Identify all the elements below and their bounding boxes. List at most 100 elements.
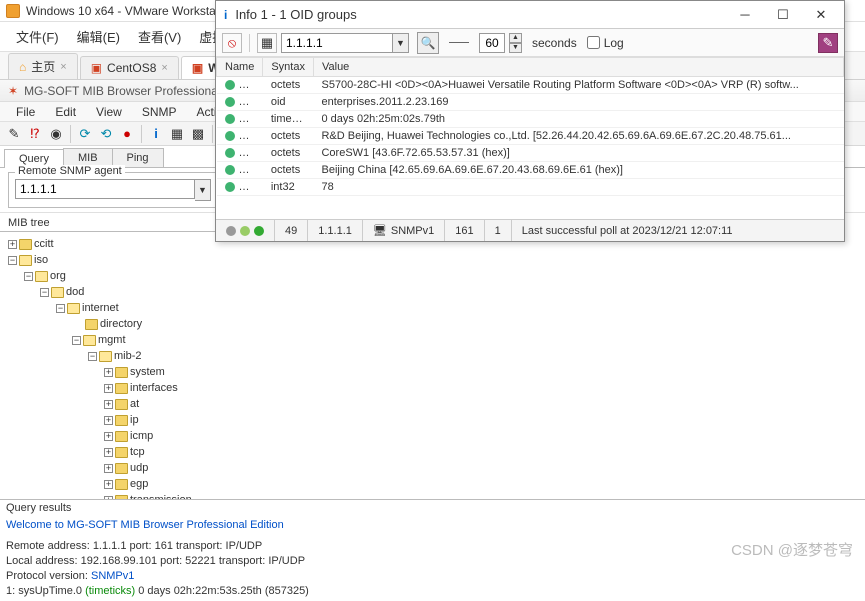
tb-grid-icon[interactable]: ▩: [188, 124, 208, 144]
expand-icon[interactable]: +: [104, 368, 113, 377]
leaf-icon: [225, 114, 235, 124]
tb-info-icon[interactable]: i: [146, 124, 166, 144]
tool-icon[interactable]: ✎: [818, 33, 838, 53]
expand-icon[interactable]: +: [104, 384, 113, 393]
dropdown-icon[interactable]: ▼: [195, 179, 211, 201]
expand-icon[interactable]: +: [104, 432, 113, 441]
host-lookup-button[interactable]: 🔍: [417, 32, 439, 54]
expand-icon[interactable]: +: [104, 416, 113, 425]
col-name[interactable]: Name: [217, 58, 263, 77]
tb-table-icon[interactable]: ▦: [167, 124, 187, 144]
vm-icon: ▣: [91, 61, 102, 75]
info-titlebar[interactable]: i Info 1 - 1 OID groups ─ ☐ ✕: [216, 1, 844, 29]
collapse-icon[interactable]: −: [40, 288, 49, 297]
tab-centos[interactable]: ▣ CentOS8 ×: [80, 56, 179, 79]
grid-icon[interactable]: ▦: [257, 33, 277, 53]
vm-menu-edit[interactable]: 编辑(E): [69, 23, 128, 50]
leaf-icon: [225, 165, 235, 175]
query-results[interactable]: Welcome to MG-SOFT MIB Browser Professio…: [0, 516, 865, 601]
tree-dod[interactable]: dod: [66, 284, 84, 300]
table-row[interactable]: sysObjectID.0oidenterprises.2011.2.23.16…: [217, 94, 844, 111]
status-num: 1: [485, 220, 512, 241]
tree-at[interactable]: at: [130, 396, 139, 412]
stop-icon[interactable]: ⦸: [222, 33, 242, 53]
dropdown-icon[interactable]: ▼: [393, 33, 409, 53]
table-row[interactable]: sysName.0octetsCoreSW1 [43.6F.72.65.53.5…: [217, 145, 844, 162]
minimize-button[interactable]: ─: [730, 4, 760, 26]
tb-icon-3[interactable]: ◉: [46, 124, 66, 144]
remote-agent-input[interactable]: [15, 179, 195, 199]
collapse-icon[interactable]: −: [24, 272, 33, 281]
menu-snmp[interactable]: SNMP: [132, 103, 187, 121]
expand-icon[interactable]: +: [104, 464, 113, 473]
col-syntax[interactable]: Syntax: [263, 58, 314, 77]
info-title-text: Info 1 - 1 OID groups: [235, 7, 722, 22]
vm-menu-view[interactable]: 查看(V): [130, 23, 189, 50]
table-row[interactable]: sysDescr.0octetsS5700-28C-HI <0D><0A>Hua…: [217, 77, 844, 94]
info-window: i Info 1 - 1 OID groups ─ ☐ ✕ ⦸ ▦ ▼ 🔍 ▲▼…: [215, 0, 845, 242]
tree-internet[interactable]: internet: [82, 300, 119, 316]
status-port: 161: [445, 220, 484, 241]
collapse-icon[interactable]: −: [56, 304, 65, 313]
menu-view[interactable]: View: [86, 103, 132, 121]
maximize-button[interactable]: ☐: [768, 4, 798, 26]
mib-tree[interactable]: +ccitt −iso −org −dod −internet director…: [0, 236, 215, 499]
tree-interfaces[interactable]: interfaces: [130, 380, 178, 396]
vm-menu-file[interactable]: 文件(F): [8, 23, 67, 50]
close-icon[interactable]: ×: [161, 62, 167, 74]
info-icon: i: [224, 8, 227, 22]
status-lights: [216, 220, 275, 241]
table-row[interactable]: sysServices.0int3278: [217, 179, 844, 196]
tab-centos-label: CentOS8: [107, 61, 156, 75]
table-row[interactable]: sysContact.0octetsR&D Beijing, Huawei Te…: [217, 128, 844, 145]
tree-iso[interactable]: iso: [34, 252, 48, 268]
expand-icon[interactable]: +: [104, 496, 113, 500]
folder-icon: [19, 239, 32, 250]
col-value[interactable]: Value: [313, 58, 843, 77]
tree-ip[interactable]: ip: [130, 412, 139, 428]
folder-icon: [51, 287, 64, 298]
tb-icon-6[interactable]: ●: [117, 124, 137, 144]
tb-icon-2[interactable]: ⁉: [25, 124, 45, 144]
log-checkbox[interactable]: Log: [587, 36, 624, 50]
tb-icon-4[interactable]: ⟳: [75, 124, 95, 144]
expand-icon[interactable]: +: [104, 400, 113, 409]
mib-tree-label: MIB tree: [0, 217, 215, 232]
tree-egp[interactable]: egp: [130, 476, 148, 492]
tb-icon-1[interactable]: ✎: [4, 124, 24, 144]
results-uptime: 1: sysUpTime.0 (timeticks) 0 days 02h:22…: [6, 584, 859, 599]
remote-agent-group: Remote SNMP agent ▼ 🔍: [8, 172, 244, 208]
collapse-icon[interactable]: −: [72, 336, 81, 345]
collapse-icon[interactable]: −: [88, 352, 97, 361]
tree-directory[interactable]: directory: [100, 316, 142, 332]
tree-system[interactable]: system: [130, 364, 165, 380]
menu-edit[interactable]: Edit: [45, 103, 86, 121]
tab-home[interactable]: ⌂ 主页 ×: [8, 53, 78, 79]
interval-input[interactable]: [479, 33, 505, 53]
vmware-icon: [6, 4, 20, 18]
close-button[interactable]: ✕: [806, 4, 836, 26]
info-table[interactable]: Name Syntax Value sysDescr.0octetsS5700-…: [216, 57, 844, 219]
folder-icon: [115, 479, 128, 490]
menu-file[interactable]: File: [6, 103, 45, 121]
tree-tcp[interactable]: tcp: [130, 444, 145, 460]
close-icon[interactable]: ×: [60, 61, 66, 73]
expand-icon[interactable]: +: [104, 448, 113, 457]
info-host-input[interactable]: [281, 33, 393, 53]
tree-mgmt[interactable]: mgmt: [98, 332, 126, 348]
tree-transmission[interactable]: transmission: [130, 492, 192, 499]
expand-icon[interactable]: +: [104, 480, 113, 489]
interval-spinner[interactable]: ▲▼: [509, 33, 522, 53]
tree-ccitt[interactable]: ccitt: [34, 236, 54, 252]
expand-icon[interactable]: +: [8, 240, 17, 249]
tree-mib2[interactable]: mib-2: [114, 348, 142, 364]
folder-icon: [115, 415, 128, 426]
tree-icmp[interactable]: icmp: [130, 428, 153, 444]
table-row[interactable]: sysUpTime.0timeticks0 days 02h:25m:02s.7…: [217, 111, 844, 128]
table-row[interactable]: sysLocation.0octetsBeijing China [42.65.…: [217, 162, 844, 179]
leaf-icon: [225, 131, 235, 141]
tree-udp[interactable]: udp: [130, 460, 148, 476]
collapse-icon[interactable]: −: [8, 256, 17, 265]
tree-org[interactable]: org: [50, 268, 66, 284]
tb-icon-5[interactable]: ⟲: [96, 124, 116, 144]
